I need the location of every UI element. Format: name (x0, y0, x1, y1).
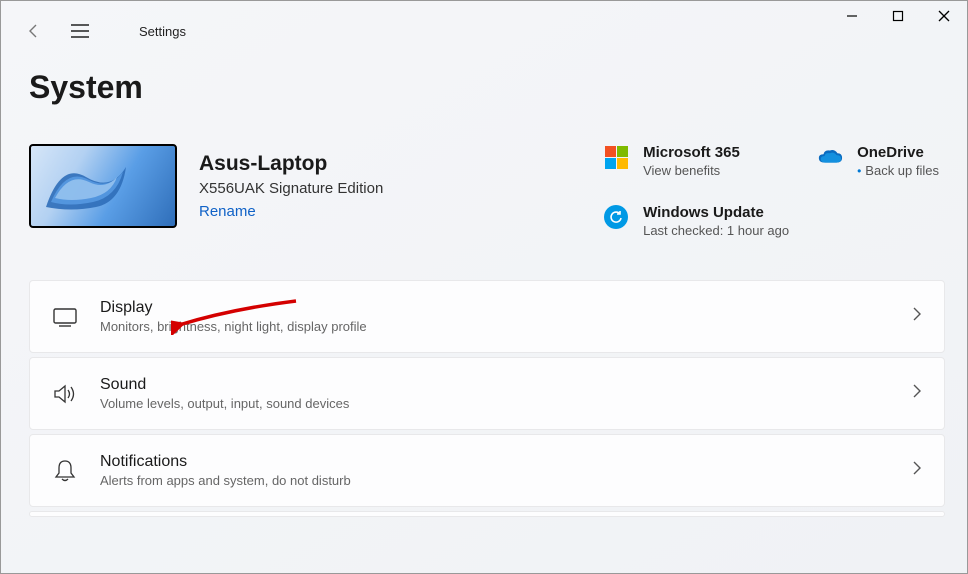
update-title: Windows Update (643, 204, 789, 221)
ms365-sub: View benefits (643, 163, 740, 178)
windows-update-tile[interactable]: Windows Update Last checked: 1 hour ago (603, 204, 789, 238)
device-name: Asus-Laptop (199, 152, 383, 176)
notifications-icon (52, 458, 78, 484)
service-tiles: Microsoft 365 View benefits OneDrive •Ba… (603, 144, 939, 238)
display-item[interactable]: Display Monitors, brightness, night ligh… (29, 280, 945, 353)
close-button[interactable] (921, 1, 967, 31)
device-model: X556UAK Signature Edition (199, 180, 383, 197)
chevron-right-icon (912, 306, 922, 327)
display-title: Display (100, 299, 912, 317)
onedrive-title: OneDrive (857, 144, 939, 161)
settings-list: Display Monitors, brightness, night ligh… (29, 280, 945, 517)
onedrive-sub: •Back up files (857, 163, 939, 178)
device-section: Asus-Laptop X556UAK Signature Edition Re… (29, 144, 939, 238)
windows-update-icon (603, 204, 629, 230)
onedrive-icon (817, 144, 843, 170)
sound-item[interactable]: Sound Volume levels, output, input, soun… (29, 357, 945, 430)
device-summary: Asus-Laptop X556UAK Signature Edition Re… (29, 144, 383, 228)
rename-link[interactable]: Rename (199, 203, 383, 220)
device-info: Asus-Laptop X556UAK Signature Edition Re… (199, 152, 383, 220)
microsoft365-tile[interactable]: Microsoft 365 View benefits (603, 144, 789, 178)
chevron-right-icon (912, 460, 922, 481)
display-sub: Monitors, brightness, night light, displ… (100, 319, 912, 334)
hamburger-menu-button[interactable] (69, 20, 91, 42)
notifications-item[interactable]: Notifications Alerts from apps and syste… (29, 434, 945, 507)
ms365-title: Microsoft 365 (643, 144, 740, 161)
notifications-title: Notifications (100, 453, 912, 471)
next-item-peek (29, 511, 945, 517)
sound-icon (52, 381, 78, 407)
update-sub: Last checked: 1 hour ago (643, 223, 789, 238)
maximize-button[interactable] (875, 1, 921, 31)
onedrive-tile[interactable]: OneDrive •Back up files (817, 144, 939, 178)
sound-sub: Volume levels, output, input, sound devi… (100, 396, 912, 411)
sound-title: Sound (100, 376, 912, 394)
top-bar: Settings (1, 1, 967, 45)
desktop-preview-image (29, 144, 177, 228)
chevron-right-icon (912, 383, 922, 404)
minimize-button[interactable] (829, 1, 875, 31)
app-title: Settings (139, 24, 186, 39)
notifications-sub: Alerts from apps and system, do not dist… (100, 473, 912, 488)
window-controls (829, 1, 967, 31)
display-icon (52, 304, 78, 330)
page-title: System (29, 69, 967, 106)
microsoft-logo-icon (603, 144, 629, 170)
back-button[interactable] (23, 20, 45, 42)
